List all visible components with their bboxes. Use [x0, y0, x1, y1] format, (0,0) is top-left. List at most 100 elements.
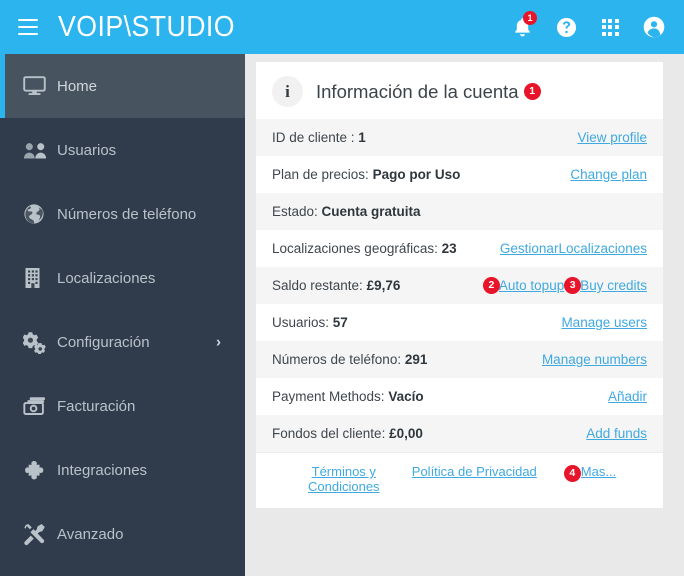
- sidebar-item-label: Home: [57, 77, 98, 95]
- puzzle-icon: [23, 458, 51, 482]
- step-badge-1: 1: [523, 83, 541, 101]
- table-row: Números de teléfono: 291 Manage numbers: [256, 341, 663, 378]
- row-actions: Gestionar Localizaciones: [500, 241, 647, 256]
- sidebar-item-localizaciones[interactable]: Localizaciones: [0, 246, 245, 310]
- row-action-link[interactable]: View profile: [577, 130, 647, 145]
- sidebar-item-label: Integraciones: [57, 461, 148, 479]
- card-header: i Información de la cuenta 1: [256, 62, 663, 119]
- row-label: Usuarios: 57: [272, 315, 348, 330]
- sidebar: Home Usuarios Números de teléfono Locali…: [0, 54, 245, 576]
- row-value: 57: [332, 315, 348, 330]
- sidebar-item-numeros-de-telefono[interactable]: Números de teléfono: [0, 182, 245, 246]
- table-row: Saldo restante: £9,76 2 Auto topup 3 Buy cre…: [256, 267, 663, 304]
- sidebar-item-facturacion[interactable]: Facturación: [0, 374, 245, 438]
- banknotes-icon: [23, 394, 51, 418]
- row-actions: 2 Auto topup 3 Buy credits: [482, 277, 647, 294]
- row-value: Pago por Uso: [372, 167, 461, 182]
- row-value: Vacío: [388, 389, 424, 404]
- sidebar-item-home[interactable]: Home: [0, 54, 245, 118]
- footer-link-wrap: Términos y Condiciones: [303, 464, 385, 495]
- account-info-card: i Información de la cuenta 1 ID de client…: [256, 62, 663, 508]
- table-row: Payment Methods: Vacío Añadir: [256, 378, 663, 415]
- row-label-text: ID de cliente :: [272, 130, 359, 145]
- users-icon: [23, 138, 51, 162]
- step-badge-4: 4: [563, 465, 581, 482]
- info-icon: i: [272, 76, 303, 107]
- chevron-right-icon[interactable]: ›: [216, 335, 221, 350]
- row-label: Fondos del cliente: £0,00: [272, 426, 423, 441]
- row-actions: Manage users: [561, 315, 647, 330]
- sidebar-item-label: Avanzado: [57, 525, 124, 543]
- app-logo[interactable]: VOIP\STUDIO: [58, 11, 235, 44]
- footer-link-wrap: 4 Mas...: [563, 464, 616, 482]
- sidebar-item-label: Localizaciones: [57, 269, 156, 287]
- row-actions: Change plan: [570, 167, 647, 182]
- row-action-link[interactable]: Buy credits: [580, 278, 647, 293]
- row-label: Números de teléfono: 291: [272, 352, 427, 367]
- sidebar-item-integraciones[interactable]: Integraciones: [0, 438, 245, 502]
- row-actions: Manage numbers: [542, 352, 647, 367]
- help-circle-icon: [556, 17, 576, 37]
- sidebar-item-usuarios[interactable]: Usuarios: [0, 118, 245, 182]
- row-label: Payment Methods: Vacío: [272, 389, 424, 404]
- row-label: Plan de precios: Pago por Uso: [272, 167, 460, 182]
- row-action-link[interactable]: Manage numbers: [542, 352, 647, 367]
- sidebar-item-configuracion[interactable]: Configuración ›: [0, 310, 245, 374]
- row-label-text: Localizaciones geográficas:: [272, 241, 442, 256]
- help-button[interactable]: [544, 0, 588, 54]
- notifications-badge: 1: [523, 11, 537, 25]
- row-value: 291: [404, 352, 428, 367]
- row-value: Cuenta gratuita: [321, 204, 421, 219]
- step-badge-3: 3: [564, 277, 582, 294]
- row-label-text: Números de teléfono:: [272, 352, 405, 367]
- table-row: Plan de precios: Pago por Uso Change plan: [256, 156, 663, 193]
- sidebar-item-label: Números de teléfono: [57, 205, 197, 223]
- footer-link-wrap: Política de Privacidad: [412, 464, 537, 479]
- row-label-text: Plan de precios:: [272, 167, 373, 182]
- row-actions: View profile: [577, 130, 647, 145]
- monitor-icon: [23, 74, 51, 98]
- page-title: Información de la cuenta 1: [316, 81, 541, 103]
- table-row: Localizaciones geográficas: 23 Gestionar L…: [256, 230, 663, 267]
- footer-link[interactable]: Términos y Condiciones: [303, 464, 385, 495]
- row-label: ID de cliente : 1: [272, 130, 366, 145]
- account-info-rows: ID de cliente : 1 View profile Plan de pre…: [256, 119, 663, 452]
- table-row: Usuarios: 57 Manage users: [256, 304, 663, 341]
- row-label: Estado: Cuenta gratuita: [272, 204, 421, 219]
- row-value: 1: [358, 130, 366, 145]
- sidebar-item-avanzado[interactable]: Avanzado: [0, 502, 245, 566]
- row-action-link[interactable]: Change plan: [570, 167, 647, 182]
- table-row: ID de cliente : 1 View profile: [256, 119, 663, 156]
- hamburger-icon[interactable]: [18, 19, 38, 35]
- row-action-link[interactable]: Gestionar: [500, 241, 559, 256]
- row-action-link[interactable]: Add funds: [586, 426, 647, 441]
- row-label: Localizaciones geográficas: 23: [272, 241, 457, 256]
- globe-icon: [23, 202, 51, 226]
- table-row: Fondos del cliente: £0,00 Add funds: [256, 415, 663, 452]
- notifications-button[interactable]: 1: [500, 0, 544, 54]
- building-icon: [23, 266, 51, 290]
- row-action-link[interactable]: Añadir: [608, 389, 647, 404]
- row-label-text: Fondos del cliente:: [272, 426, 390, 441]
- row-label: Saldo restante: £9,76: [272, 278, 400, 293]
- row-label-text: Usuarios:: [272, 315, 333, 330]
- row-action-link[interactable]: Manage users: [561, 315, 647, 330]
- row-action-link[interactable]: Auto topup: [499, 278, 564, 293]
- sidebar-item-label: Facturación: [57, 397, 136, 415]
- row-action-link[interactable]: Localizaciones: [558, 241, 647, 256]
- account-button[interactable]: [632, 0, 676, 54]
- row-label-text: Payment Methods:: [272, 389, 389, 404]
- main-content: i Información de la cuenta 1 ID de client…: [245, 54, 684, 576]
- row-label-text: Estado:: [272, 204, 322, 219]
- page-title-text: Información de la cuenta: [316, 80, 519, 102]
- sidebar-item-label: Usuarios: [57, 141, 117, 159]
- apps-button[interactable]: [588, 0, 632, 54]
- sidebar-item-label: Configuración: [57, 333, 150, 351]
- row-value: £9,76: [366, 278, 401, 293]
- top-bar-actions: 1: [500, 0, 684, 54]
- gears-icon: [23, 330, 51, 354]
- row-actions: Añadir: [608, 389, 647, 404]
- footer-link[interactable]: Mas...: [581, 464, 616, 479]
- row-value: 23: [441, 241, 457, 256]
- footer-link[interactable]: Política de Privacidad: [412, 464, 537, 479]
